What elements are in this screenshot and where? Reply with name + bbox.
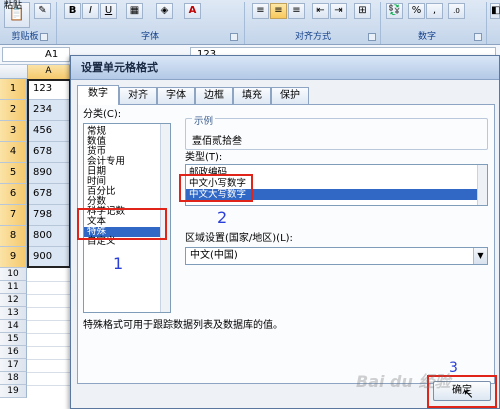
sample-value: 壹佰贰拾叁 <box>192 136 242 147</box>
row-header[interactable]: 17 <box>0 359 27 372</box>
row-header[interactable]: 13 <box>0 307 27 320</box>
row-header[interactable]: 7 <box>0 205 27 226</box>
row-header[interactable]: 8 <box>0 226 27 247</box>
border-icon[interactable]: ▦ <box>126 3 143 19</box>
font-group-label: 字体 <box>140 32 159 42</box>
grid-line <box>27 385 70 386</box>
mouse-pointer-icon: ↖ <box>463 387 474 402</box>
name-box[interactable]: A1 <box>2 47 70 62</box>
number-group-label: 数字 <box>417 32 436 42</box>
grid-line <box>27 294 70 295</box>
ribbon-separator <box>56 2 57 44</box>
annotation-step-1: 1 <box>113 254 124 273</box>
row-header[interactable]: 10 <box>0 268 27 281</box>
category-label: 分类(C): <box>83 109 122 120</box>
format-cells-dialog: 设置单元格格式 数字 对齐 字体 边框 填充 保护 分类(C): 常规 数值 货… <box>70 55 500 409</box>
grid-line <box>27 281 70 282</box>
number-launcher-icon[interactable] <box>474 33 482 41</box>
type-scrollbar[interactable] <box>477 165 487 205</box>
tab-protection[interactable]: 保护 <box>271 87 309 104</box>
type-label: 类型(T): <box>185 152 223 163</box>
annotation-box-type <box>179 174 253 202</box>
format-description: 特殊格式可用于跟踪数据列表及数据库的值。 <box>83 320 283 331</box>
tab-font[interactable]: 字体 <box>157 87 195 104</box>
baidu-watermark: Bai du 经验 <box>356 372 451 391</box>
row-header[interactable]: 15 <box>0 333 27 346</box>
ribbon-separator <box>486 2 487 44</box>
underline-button[interactable]: U <box>100 3 117 19</box>
row-header[interactable]: 11 <box>0 281 27 294</box>
sample-label: 示例 <box>192 113 216 127</box>
column-header-a[interactable]: A <box>27 65 70 79</box>
comma-button[interactable]: , <box>426 3 443 19</box>
fill-color-icon[interactable]: ◈ <box>156 3 173 19</box>
annotation-step-2: 2 <box>217 208 228 227</box>
font-launcher-icon[interactable] <box>230 33 238 41</box>
alignment-launcher-icon[interactable] <box>368 33 376 41</box>
grid-line <box>27 372 70 373</box>
font-color-button[interactable]: A <box>184 3 201 19</box>
align-right-icon[interactable]: ≡ <box>288 3 305 19</box>
merge-center-icon[interactable]: ⊞ <box>354 3 371 19</box>
locale-value: 中文(中国) <box>190 250 238 261</box>
format-painter-icon[interactable]: ✎ <box>34 3 51 19</box>
alignment-group-label: 对齐方式 <box>294 32 331 42</box>
grid-line <box>27 346 70 347</box>
increase-decimal-button[interactable]: .0 <box>448 3 465 19</box>
locale-select[interactable]: 中文(中国) ▼ <box>185 247 488 265</box>
grid-line <box>27 307 70 308</box>
clipboard-launcher-icon[interactable] <box>40 33 48 41</box>
ribbon-separator <box>244 2 245 44</box>
styles-icon[interactable]: ◧ <box>490 3 500 19</box>
row-header[interactable]: 14 <box>0 320 27 333</box>
row-header[interactable]: 6 <box>0 184 27 205</box>
annotation-box-category <box>77 208 167 240</box>
ribbon: 📋 粘贴 ✎ 剪贴板 B I U ▦ ◈ A 字体 ≡ ≡ ≡ ⇤ ⇥ ⊞ 对齐… <box>0 0 500 45</box>
tab-number[interactable]: 数字 <box>77 85 119 105</box>
row-header[interactable]: 3 <box>0 121 27 142</box>
grid-line <box>27 320 70 321</box>
bold-button[interactable]: B <box>64 3 81 19</box>
ribbon-separator <box>380 2 381 44</box>
chevron-down-icon[interactable]: ▼ <box>473 248 487 264</box>
decrease-indent-icon[interactable]: ⇤ <box>312 3 329 19</box>
row-header[interactable]: 4 <box>0 142 27 163</box>
tab-border[interactable]: 边框 <box>195 87 233 104</box>
row-header[interactable]: 16 <box>0 346 27 359</box>
percent-button[interactable]: % <box>408 3 425 19</box>
align-left-icon[interactable]: ≡ <box>252 3 269 19</box>
row-header[interactable]: 5 <box>0 163 27 184</box>
tab-alignment[interactable]: 对齐 <box>119 87 157 104</box>
grid-line <box>27 333 70 334</box>
row-header[interactable]: 9 <box>0 247 27 268</box>
accounting-format-icon[interactable]: 💱 <box>386 3 403 19</box>
row-header[interactable]: 2 <box>0 100 27 121</box>
row-header[interactable]: 18 <box>0 372 27 385</box>
grid-line <box>27 359 70 360</box>
locale-label: 区域设置(国家/地区)(L): <box>185 233 293 244</box>
row-header[interactable]: 1 <box>0 79 27 100</box>
tab-fill[interactable]: 填充 <box>233 87 271 104</box>
row-header[interactable]: 12 <box>0 294 27 307</box>
italic-button[interactable]: I <box>82 3 99 19</box>
paste-label[interactable]: 粘贴 <box>4 0 22 12</box>
increase-indent-icon[interactable]: ⇥ <box>330 3 347 19</box>
row-header[interactable]: 19 <box>0 385 27 398</box>
selection-outline <box>27 79 71 268</box>
align-center-icon[interactable]: ≡ <box>270 3 287 19</box>
dialog-title[interactable]: 设置单元格格式 <box>71 56 499 80</box>
